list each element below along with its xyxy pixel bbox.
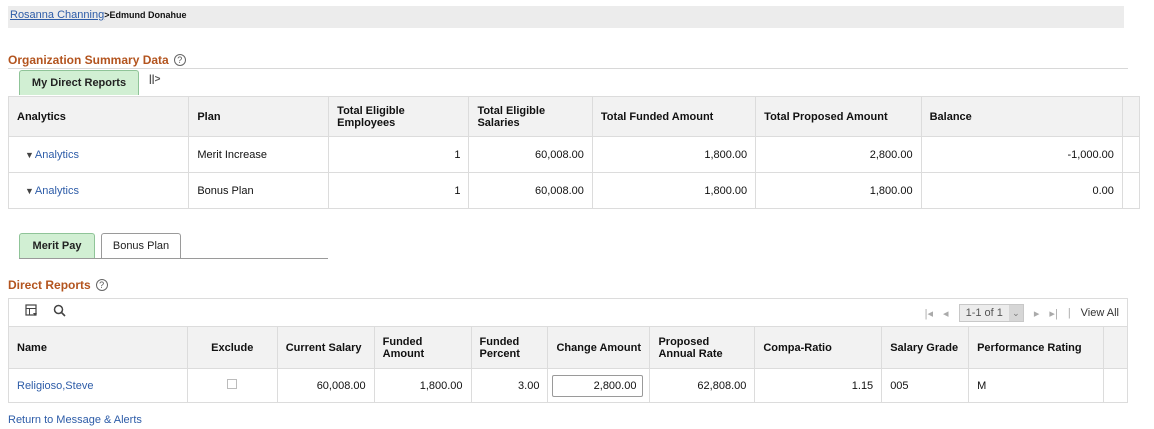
column-header[interactable]: Plan: [188, 96, 330, 137]
help-circle-icon[interactable]: ?: [173, 54, 186, 66]
table-row: ▼Analytics Merit Increase 1 60,008.00 1,…: [7, 136, 1141, 173]
employees-cell: 1: [328, 136, 470, 173]
employee-name-link[interactable]: Religioso,Steve: [17, 380, 93, 392]
help-circle-icon[interactable]: ?: [95, 279, 108, 291]
column-header[interactable]: Exclude: [186, 326, 278, 369]
column-header[interactable]: Funded Amount: [373, 326, 472, 369]
tab-merit-pay[interactable]: Merit Pay: [19, 233, 95, 258]
grid-settings-icon[interactable]: [25, 304, 38, 320]
analytics-cell: ▼Analytics: [7, 136, 190, 173]
proposed-cell: 2,800.00: [755, 136, 922, 173]
column-header[interactable]: Change Amount: [547, 326, 651, 369]
column-header[interactable]: Proposed Annual Rate: [649, 326, 756, 369]
funded-cell: 1,800.00: [591, 172, 757, 209]
breadcrumb-parent-link[interactable]: Rosanna Channing: [10, 9, 104, 21]
balance-cell: 0.00: [920, 172, 1123, 209]
current-salary-cell: 60,008.00: [276, 368, 375, 403]
plan-cell: Merit Increase: [188, 136, 330, 173]
direct-reports-title: Direct Reports ?: [8, 278, 108, 292]
tab-my-direct-reports[interactable]: My Direct Reports: [19, 70, 139, 95]
proposed-rate-cell: 62,808.00: [649, 368, 756, 403]
column-header[interactable]: Balance: [920, 96, 1123, 137]
view-all-link[interactable]: View All: [1081, 307, 1119, 319]
salaries-cell: 60,008.00: [468, 172, 593, 209]
breadcrumb-current: Edmund Donahue: [109, 10, 187, 20]
column-header-spacer: [1102, 326, 1129, 369]
direct-reports-table: Name Exclude Current Salary Funded Amoun…: [8, 326, 1129, 403]
org-summary-table: Analytics Plan Total Eligible Employees …: [7, 96, 1141, 209]
salaries-cell: 60,008.00: [468, 136, 593, 173]
table-row: ▼Analytics Bonus Plan 1 60,008.00 1,800.…: [7, 172, 1141, 209]
column-header[interactable]: Current Salary: [276, 326, 375, 369]
salary-grade-cell: 005: [881, 368, 970, 403]
employees-cell: 1: [328, 172, 470, 209]
exclude-cell: [186, 368, 278, 403]
analytics-cell: ▼Analytics: [7, 172, 190, 209]
table-row: Religioso,Steve 60,008.00 1,800.00 3.00 …: [8, 368, 1129, 403]
grid-toolbar: |◂ ◂ 1-1 of 1 ⌄ ▸ ▸| | View All: [8, 298, 1128, 326]
next-page-icon[interactable]: ▸: [1034, 307, 1040, 320]
compa-ratio-cell: 1.15: [754, 368, 883, 403]
analytics-link[interactable]: Analytics: [35, 149, 79, 161]
page-range-select[interactable]: 1-1 of 1 ⌄: [958, 304, 1024, 322]
column-header[interactable]: Total Proposed Amount: [755, 96, 922, 137]
funded-cell: 1,800.00: [591, 136, 757, 173]
funded-percent-cell: 3.00: [470, 368, 549, 403]
column-header[interactable]: Analytics: [7, 96, 190, 137]
balance-cell: -1,000.00: [920, 136, 1123, 173]
performance-rating-cell: M: [968, 368, 1104, 403]
column-header[interactable]: Compa-Ratio: [754, 326, 883, 369]
previous-page-icon[interactable]: ◂: [943, 307, 949, 320]
direct-reports-title-text: Direct Reports: [8, 278, 91, 292]
first-page-icon[interactable]: |◂: [925, 307, 933, 320]
column-header[interactable]: Total Eligible Employees: [328, 96, 470, 137]
column-header[interactable]: Name: [8, 326, 188, 369]
column-header[interactable]: Salary Grade: [881, 326, 970, 369]
org-summary-title-text: Organization Summary Data: [8, 53, 169, 67]
org-summary-title: Organization Summary Data ?: [8, 53, 186, 67]
tab-underline: [19, 258, 328, 259]
plan-cell: Bonus Plan: [188, 172, 330, 209]
column-header-spacer: [1121, 96, 1141, 137]
change-amount-cell: [547, 368, 651, 403]
triangle-down-icon[interactable]: ▼: [25, 186, 34, 196]
proposed-cell: 1,800.00: [755, 172, 922, 209]
last-page-icon[interactable]: ▸|: [1049, 307, 1057, 320]
toggle-columns-icon[interactable]: ||>: [149, 74, 160, 85]
name-cell: Religioso,Steve: [8, 368, 188, 403]
page-range-value: 1-1 of 1: [965, 307, 1003, 319]
table-header-row: Name Exclude Current Salary Funded Amoun…: [8, 326, 1129, 369]
section-divider: [8, 68, 1128, 69]
return-to-messages-link[interactable]: Return to Message & Alerts: [8, 414, 142, 426]
column-header[interactable]: Total Eligible Salaries: [468, 96, 593, 137]
chevron-down-icon: ⌄: [1008, 305, 1023, 321]
spacer-cell: [1121, 136, 1141, 173]
column-header[interactable]: Performance Rating: [968, 326, 1104, 369]
column-header[interactable]: Funded Percent: [470, 326, 549, 369]
funded-amount-cell: 1,800.00: [373, 368, 472, 403]
search-icon[interactable]: [53, 304, 66, 320]
spacer-cell: [1102, 368, 1129, 403]
pager: |◂ ◂ 1-1 of 1 ⌄ ▸ ▸| | View All: [925, 304, 1119, 322]
change-amount-input[interactable]: [552, 374, 644, 397]
tab-bonus-plan[interactable]: Bonus Plan: [101, 233, 181, 258]
spacer-cell: [1121, 172, 1141, 209]
breadcrumb: Rosanna Channing>Edmund Donahue: [8, 6, 1124, 28]
table-header-row: Analytics Plan Total Eligible Employees …: [7, 96, 1141, 137]
column-header[interactable]: Total Funded Amount: [591, 96, 757, 137]
pager-divider: |: [1067, 307, 1071, 319]
analytics-link[interactable]: Analytics: [35, 185, 79, 197]
triangle-down-icon[interactable]: ▼: [25, 150, 34, 160]
exclude-checkbox[interactable]: [227, 379, 238, 389]
